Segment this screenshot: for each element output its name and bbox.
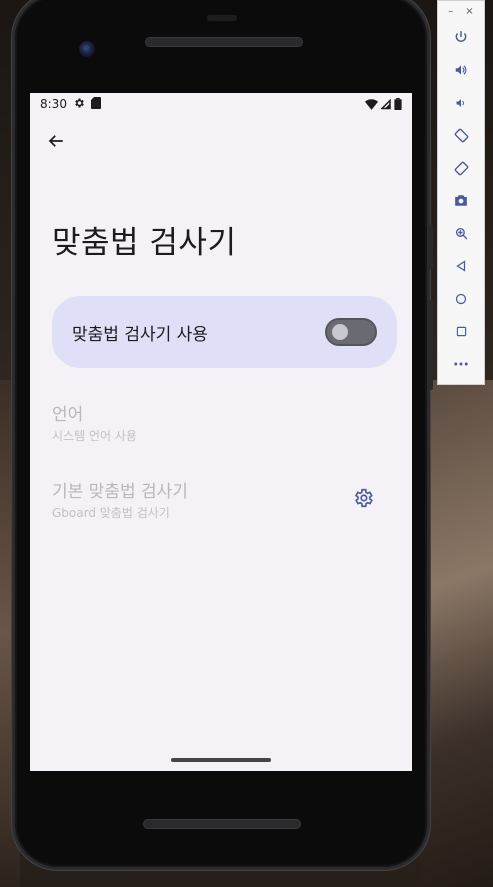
- power-side-button: [427, 225, 433, 270]
- earpiece-speaker: [145, 37, 303, 47]
- spell-checker-switch[interactable]: [325, 318, 377, 346]
- rotate-left-icon: [454, 128, 468, 143]
- bottom-speaker: [143, 819, 301, 829]
- toggle-label: 맞춤법 검사기 사용: [72, 324, 208, 345]
- background-right: [420, 380, 493, 887]
- volume-down-button[interactable]: [438, 86, 484, 119]
- pref-language-summary: 시스템 언어 사용: [52, 429, 137, 443]
- nav-overview-button[interactable]: [438, 315, 484, 348]
- spell-checker-toggle-row[interactable]: 맞춤법 검사기 사용: [52, 296, 397, 368]
- camera-icon: [455, 195, 467, 207]
- volume-up-icon: [455, 65, 467, 75]
- signal-icon: [381, 98, 391, 109]
- battery-icon: [394, 98, 402, 110]
- nav-home-button[interactable]: [438, 283, 484, 316]
- rotate-right-icon: [454, 161, 468, 175]
- pref-language-title: 언어: [52, 405, 84, 425]
- front-camera: [79, 41, 95, 57]
- emulator-toolbar: – ×: [437, 0, 485, 385]
- zoom-icon: [455, 227, 467, 240]
- volume-down-icon: [456, 98, 464, 107]
- sd-card-icon: [90, 96, 101, 112]
- back-button[interactable]: [42, 127, 70, 155]
- zoom-button[interactable]: [438, 217, 484, 250]
- minimize-button[interactable]: –: [448, 6, 453, 17]
- screenshot-button[interactable]: [438, 184, 484, 217]
- top-slot: [207, 15, 237, 21]
- pref-default-spell-checker-summary: Gboard 맞춤법 검사기: [52, 506, 170, 520]
- volume-up-button[interactable]: [438, 54, 484, 87]
- spell-checker-settings-button[interactable]: [352, 487, 374, 509]
- wifi-icon: [365, 98, 378, 110]
- volume-side-button: [427, 300, 433, 390]
- more-button[interactable]: [438, 348, 484, 381]
- status-right-icons: [365, 98, 402, 110]
- overview-icon: [456, 326, 466, 337]
- power-button[interactable]: [438, 21, 484, 54]
- arrow-back-icon: [48, 135, 63, 147]
- switch-thumb: [332, 324, 348, 340]
- status-time: 8:30: [40, 97, 67, 111]
- rotate-right-button[interactable]: [438, 152, 484, 185]
- pref-default-spell-checker-title: 기본 맞춤법 검사기: [52, 482, 188, 502]
- power-icon: [455, 31, 467, 43]
- nav-back-button[interactable]: [438, 250, 484, 283]
- home-icon: [455, 293, 467, 304]
- more-icon: [454, 362, 468, 366]
- close-button[interactable]: ×: [465, 6, 473, 17]
- toolbar-window-controls: – ×: [438, 1, 484, 21]
- page-title: 맞춤법 검사기: [52, 225, 237, 261]
- gesture-home-bar[interactable]: [171, 758, 271, 762]
- settings-status-icon: [73, 97, 85, 112]
- rotate-left-button[interactable]: [438, 119, 484, 152]
- back-icon: [456, 260, 466, 272]
- device-screen: 8:30 맞춤법 검사기 맞춤법 검사기 사용 언어 시스템 언어 사용 기본 …: [30, 93, 412, 771]
- gear-icon: [354, 488, 373, 508]
- status-bar: 8:30: [30, 93, 412, 115]
